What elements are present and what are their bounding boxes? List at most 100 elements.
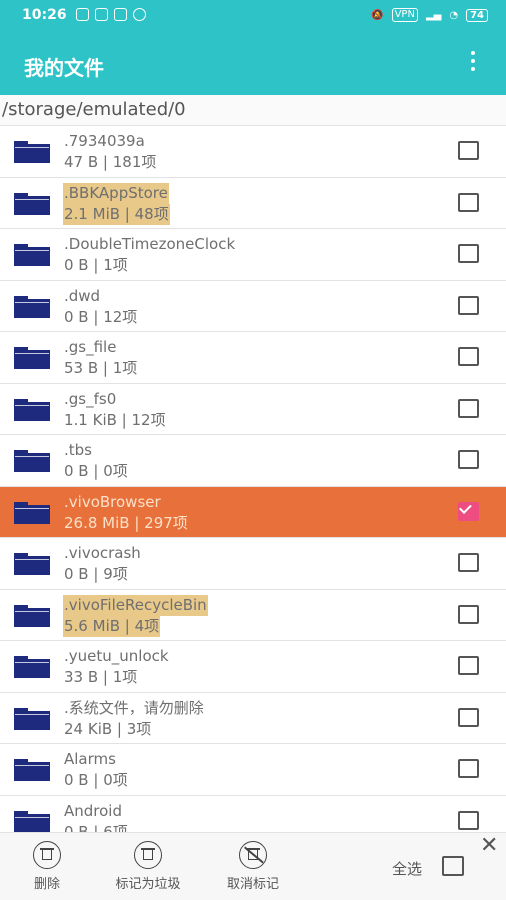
file-name: .tbs bbox=[64, 441, 92, 459]
mark-trash-icon bbox=[134, 841, 162, 869]
file-name: .dwd bbox=[64, 286, 101, 305]
file-checkbox[interactable] bbox=[458, 759, 479, 778]
file-row[interactable]: .DoubleTimezoneClock 0 B | 1项 bbox=[0, 229, 506, 281]
file-list: .7934039a 47 B | 181项 .BBKAppStore 2.1 MiB … bbox=[0, 126, 506, 832]
folder-icon bbox=[14, 450, 50, 472]
file-row[interactable]: .yuetu_unlock 33 B | 1项 bbox=[0, 641, 506, 693]
file-checkbox[interactable] bbox=[458, 553, 479, 572]
file-meta: 0 B | 12项 bbox=[64, 307, 138, 326]
bottom-action-bar: 删除 标记为垃圾 取消标记 全选 ✕ bbox=[0, 832, 506, 900]
folder-icon bbox=[14, 244, 50, 266]
app-bar: 我的文件 bbox=[0, 32, 506, 95]
file-info: .vivocrash 0 B | 9项 bbox=[63, 543, 142, 585]
mark-as-trash-button[interactable]: 标记为垃圾 bbox=[104, 841, 192, 892]
file-name: .yuetu_unlock bbox=[64, 647, 169, 665]
file-info: Android 0 B | 6项 bbox=[63, 801, 129, 833]
file-row[interactable]: .系统文件，请勿删除 24 KiB | 3项 bbox=[0, 693, 506, 744]
file-name: .DoubleTimezoneClock bbox=[64, 235, 236, 253]
file-meta: 0 B | 0项 bbox=[64, 462, 128, 480]
file-checkbox[interactable] bbox=[458, 347, 479, 366]
file-row[interactable]: .BBKAppStore 2.1 MiB | 48项 bbox=[0, 178, 506, 229]
folder-icon bbox=[14, 295, 50, 318]
file-info: .vivoFileRecycleBin 5.6 MiB | 4项 bbox=[63, 594, 208, 637]
folder-icon bbox=[14, 707, 50, 730]
file-info: .tbs 0 B | 0项 bbox=[63, 440, 129, 482]
file-meta: 47 B | 181项 bbox=[64, 153, 157, 171]
file-checkbox[interactable] bbox=[458, 810, 479, 830]
file-name: .vivoFileRecycleBin bbox=[63, 594, 208, 616]
file-meta: 2.1 MiB | 48项 bbox=[63, 203, 170, 225]
file-row[interactable]: .gs_file 53 B | 1项 bbox=[0, 332, 506, 384]
file-meta: 1.1 KiB | 12项 bbox=[64, 410, 166, 429]
file-meta: 0 B | 6项 bbox=[64, 822, 128, 833]
unmark-button[interactable]: 取消标记 bbox=[217, 841, 289, 892]
path-breadcrumb: /storage/emulated/0 bbox=[0, 95, 506, 126]
file-checkbox[interactable] bbox=[458, 707, 479, 727]
file-name: Alarms bbox=[64, 750, 116, 768]
notification-icon bbox=[95, 8, 108, 21]
status-bar: 10:26 🔕 VPN ▂▄ ◔ 74 bbox=[0, 0, 506, 32]
file-meta: 0 B | 9项 bbox=[64, 565, 128, 583]
file-meta: 26.8 MiB | 297项 bbox=[64, 513, 188, 532]
file-row[interactable]: Alarms 0 B | 0项 bbox=[0, 744, 506, 796]
path-text: /storage/emulated/0 bbox=[2, 99, 186, 120]
signal-icon: ▂▄ bbox=[425, 9, 442, 21]
file-meta: 53 B | 1项 bbox=[64, 359, 138, 377]
battery-icon: 74 bbox=[466, 8, 488, 22]
more-vert-icon[interactable] bbox=[470, 51, 476, 75]
file-info: .DoubleTimezoneClock 0 B | 1项 bbox=[63, 234, 236, 276]
folder-icon bbox=[14, 347, 50, 369]
file-checkbox[interactable] bbox=[458, 244, 479, 263]
file-checkbox[interactable] bbox=[458, 141, 479, 160]
mark-as-trash-label: 标记为垃圾 bbox=[115, 877, 181, 892]
trash-icon bbox=[33, 841, 61, 869]
folder-icon bbox=[14, 656, 50, 678]
folder-icon bbox=[14, 810, 50, 832]
delete-button[interactable]: 删除 bbox=[24, 841, 70, 892]
select-all-label: 全选 bbox=[392, 860, 423, 878]
file-row[interactable]: .vivoFileRecycleBin 5.6 MiB | 4项 bbox=[0, 590, 506, 641]
sim-icon bbox=[76, 8, 89, 21]
file-meta: 33 B | 1项 bbox=[64, 668, 138, 686]
file-info: .7934039a 47 B | 181项 bbox=[63, 131, 157, 173]
file-info: .gs_fs0 1.1 KiB | 12项 bbox=[63, 389, 167, 431]
file-meta: 5.6 MiB | 4项 bbox=[63, 615, 161, 637]
file-name: .gs_fs0 bbox=[64, 389, 117, 408]
mute-icon: 🔕 bbox=[371, 9, 384, 21]
file-checkbox[interactable] bbox=[458, 656, 479, 675]
folder-icon bbox=[14, 759, 50, 781]
delete-label: 删除 bbox=[33, 877, 60, 892]
file-meta: 24 KiB | 3项 bbox=[64, 719, 152, 738]
status-left-icons bbox=[76, 8, 146, 21]
file-row[interactable]: .vivocrash 0 B | 9项 bbox=[0, 538, 506, 590]
file-checkbox[interactable] bbox=[458, 192, 479, 212]
file-info: .dwd 0 B | 12项 bbox=[63, 286, 138, 328]
file-checkbox[interactable] bbox=[458, 501, 479, 521]
unmark-trash-icon bbox=[239, 841, 267, 869]
file-row[interactable]: .vivoBrowser 26.8 MiB | 297项 bbox=[0, 486, 506, 538]
status-time: 10:26 bbox=[22, 7, 67, 23]
folder-icon bbox=[14, 192, 50, 215]
file-checkbox[interactable] bbox=[458, 450, 479, 469]
folder-icon bbox=[14, 141, 50, 163]
file-meta: 0 B | 1项 bbox=[64, 256, 128, 274]
file-row[interactable]: .gs_fs0 1.1 KiB | 12项 bbox=[0, 384, 506, 435]
file-name: .vivoBrowser bbox=[64, 492, 161, 511]
close-icon[interactable]: ✕ bbox=[480, 835, 498, 857]
folder-icon bbox=[14, 501, 50, 524]
refresh-icon bbox=[133, 8, 146, 21]
file-checkbox[interactable] bbox=[458, 604, 479, 624]
select-all-checkbox[interactable] bbox=[442, 856, 464, 876]
file-info: .BBKAppStore 2.1 MiB | 48项 bbox=[63, 182, 170, 225]
file-info: .yuetu_unlock 33 B | 1项 bbox=[63, 646, 170, 688]
page-title: 我的文件 bbox=[24, 56, 104, 80]
file-checkbox[interactable] bbox=[458, 398, 479, 418]
file-row[interactable]: .7934039a 47 B | 181项 bbox=[0, 126, 506, 178]
folder-icon bbox=[14, 604, 50, 627]
file-row[interactable]: .dwd 0 B | 12项 bbox=[0, 281, 506, 332]
file-row[interactable]: .tbs 0 B | 0项 bbox=[0, 435, 506, 487]
file-row[interactable]: Android 0 B | 6项 bbox=[0, 796, 506, 833]
file-name: .BBKAppStore bbox=[63, 182, 169, 204]
file-checkbox[interactable] bbox=[458, 295, 479, 315]
file-info: Alarms 0 B | 0项 bbox=[63, 749, 129, 791]
